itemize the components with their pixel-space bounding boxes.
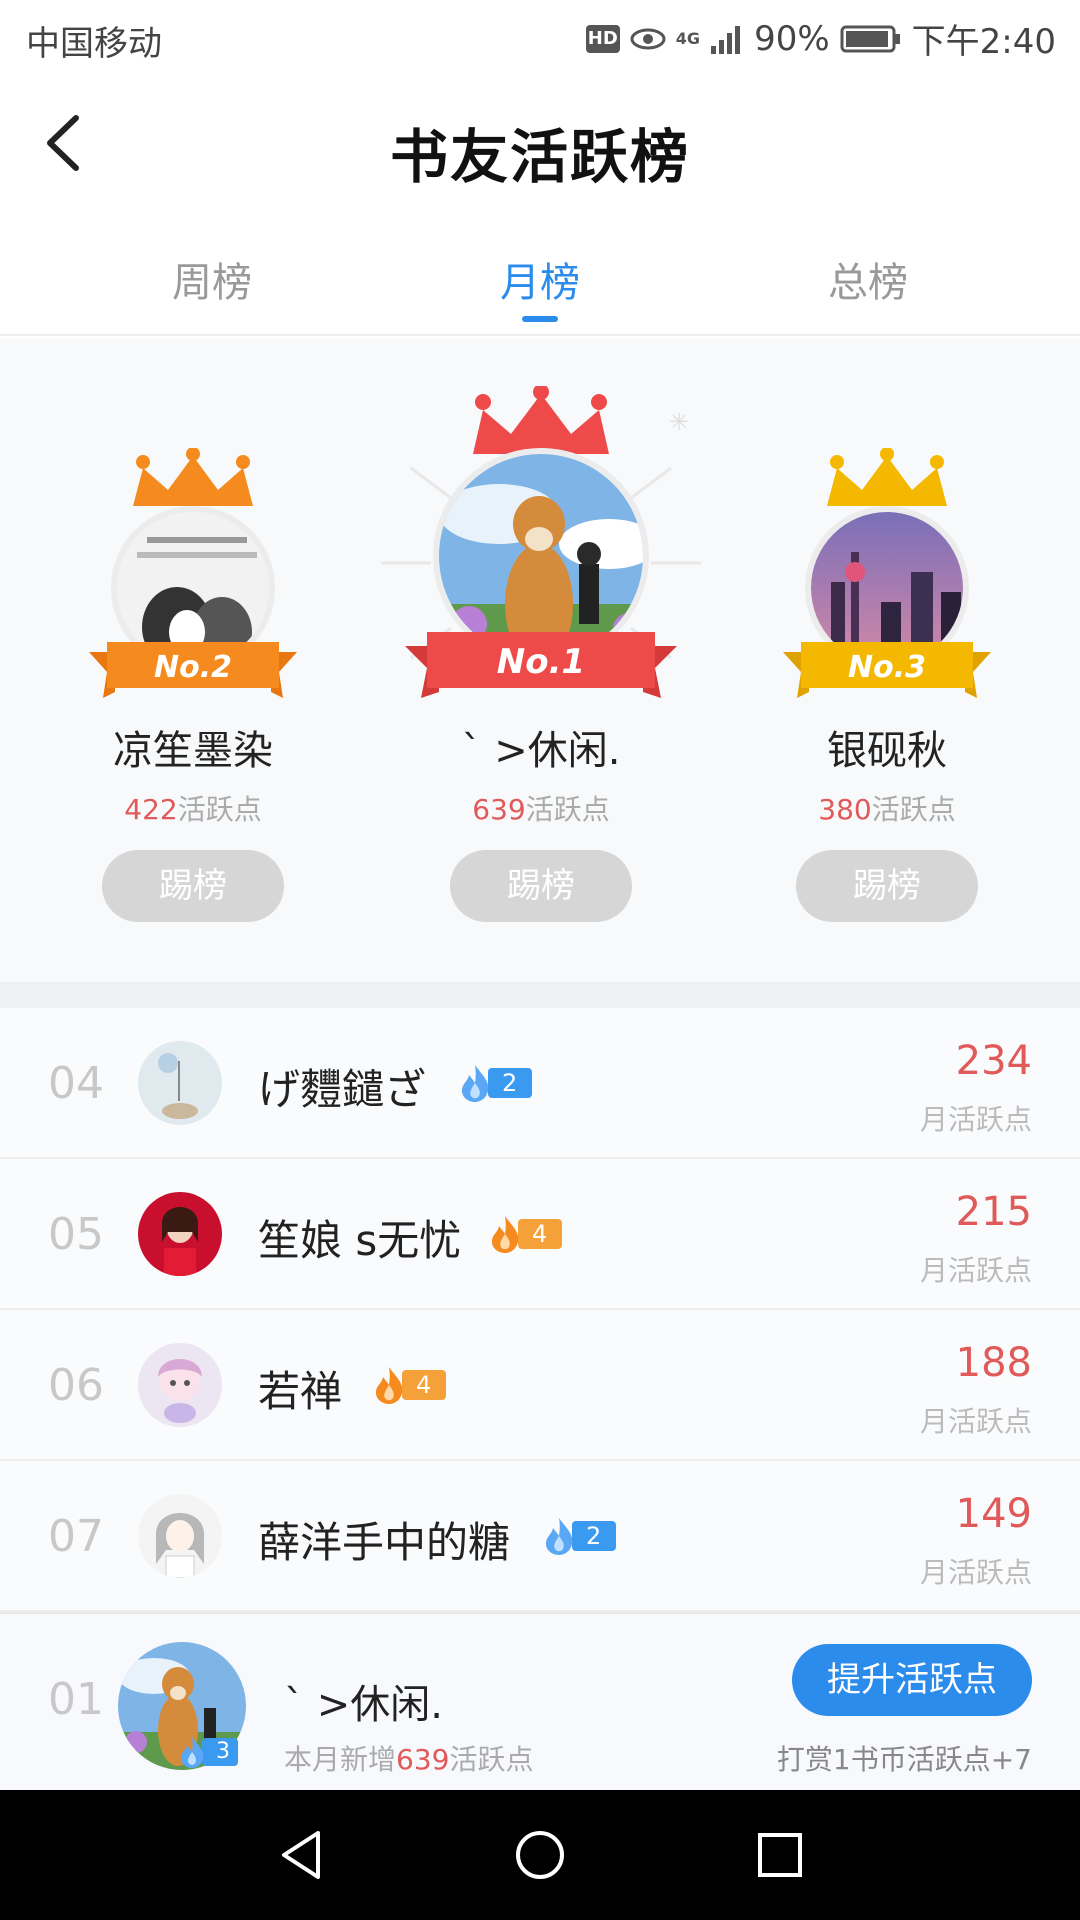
- podium-username: 凉笙墨染: [113, 728, 273, 774]
- signal-icon: [711, 25, 741, 54]
- my-username: ˋ >休闲.: [284, 1682, 443, 1728]
- kick-button[interactable]: 踢榜: [450, 850, 632, 922]
- points-label: 月活跃点: [919, 1405, 1032, 1438]
- list-item[interactable]: 04 げ麷鑓ざ 2 234 月活跃点: [0, 1008, 1080, 1159]
- flame-icon: [375, 1367, 403, 1404]
- app-header: 书友活跃榜: [0, 76, 1080, 216]
- tab-total[interactable]: 总榜: [768, 250, 968, 308]
- flame-icon: [491, 1216, 519, 1253]
- podium-third: No.3 银砚秋 380活跃点 踢榜: [717, 338, 1057, 982]
- my-monthly-points: 本月新增639活跃点: [284, 1743, 534, 1776]
- podium-points: 639活跃点: [472, 793, 610, 826]
- level-badge: 4: [370, 1366, 446, 1404]
- active-tab-indicator: [522, 316, 558, 322]
- crown-icon: [827, 448, 947, 506]
- level-badge: 4: [486, 1215, 562, 1253]
- list-item[interactable]: 06 若禅 4 188 月活跃点: [0, 1310, 1080, 1461]
- kick-button[interactable]: 踢榜: [796, 850, 978, 922]
- podium-points: 380活跃点: [818, 793, 956, 826]
- flame-icon: [461, 1065, 489, 1102]
- points-value: 188: [955, 1340, 1032, 1386]
- level-number: 2: [572, 1521, 616, 1551]
- podium-points: 422活跃点: [124, 793, 262, 826]
- level-badge: 2: [456, 1064, 532, 1102]
- avatar[interactable]: [138, 1343, 222, 1427]
- points-value: 149: [955, 1491, 1032, 1537]
- system-nav-bar: [0, 1790, 1080, 1920]
- carrier-label: 中国移动: [26, 24, 162, 64]
- status-bar: 中国移动 HD 4G 90% 下午2:40: [0, 0, 1080, 76]
- rank-number: 06: [48, 1360, 104, 1411]
- points-label: 月活跃点: [919, 1254, 1032, 1287]
- eye-icon: [630, 28, 666, 49]
- hd-icon: HD: [585, 24, 620, 53]
- points-label: 月活跃点: [919, 1556, 1032, 1589]
- period-tabs: 周榜 月榜 总榜: [0, 216, 1080, 336]
- flame-icon: [545, 1518, 573, 1555]
- my-rank-number: 01: [48, 1674, 104, 1725]
- page-title: 书友活跃榜: [389, 123, 690, 191]
- list-item[interactable]: 07 薛洋手中的糖 2 149 月活跃点: [0, 1461, 1080, 1612]
- podium-first: ✳ No.1 ˋ >休闲. 639活跃点 踢榜: [371, 338, 711, 982]
- flame-icon: [180, 1736, 204, 1768]
- top-three-podium: No.2 凉笙墨染 422活跃点 踢榜 ✳ No.1 ˋ >休闲. 639活跃点…: [0, 338, 1080, 982]
- reward-hint: 打赏1书币活跃点+7: [776, 1743, 1032, 1776]
- my-rank-bar: 01 3 ˋ >休闲. 本月新增639活跃点 提升活跃点 打赏1书币活跃点+7: [0, 1612, 1080, 1790]
- avatar[interactable]: [138, 1041, 222, 1125]
- username: 薛洋手中的糖: [258, 1518, 511, 1567]
- rank-number: 07: [48, 1511, 104, 1562]
- avatar[interactable]: [138, 1192, 222, 1276]
- podium-second: No.2 凉笙墨染 422活跃点 踢榜: [23, 338, 363, 982]
- section-divider: [0, 982, 1080, 1008]
- podium-username: ˋ >休闲.: [461, 728, 621, 774]
- crown-icon: [133, 448, 253, 506]
- points-label: 月活跃点: [919, 1103, 1032, 1136]
- username: 笙娘 s无忧: [258, 1216, 462, 1265]
- boost-activity-button[interactable]: 提升活跃点: [792, 1644, 1032, 1716]
- svg-text:✳: ✳: [669, 408, 689, 436]
- rank-badge-label: No.3: [848, 650, 926, 685]
- level-number: 4: [518, 1219, 562, 1249]
- rank-badge-label: No.2: [154, 650, 232, 685]
- level-number: 2: [488, 1068, 532, 1098]
- level-number: 4: [402, 1370, 446, 1400]
- tab-weekly[interactable]: 周榜: [112, 250, 312, 308]
- username: げ麷鑓ざ: [258, 1065, 427, 1114]
- my-level-badge: 3: [176, 1736, 238, 1768]
- nav-recent-apps-icon[interactable]: [750, 1825, 810, 1885]
- network-type-icon: 4G: [675, 28, 701, 48]
- list-item[interactable]: 05 笙娘 s无忧 4 215 月活跃点: [0, 1159, 1080, 1310]
- kick-button[interactable]: 踢榜: [102, 850, 284, 922]
- rank-number: 05: [48, 1209, 104, 1260]
- status-icons: HD 4G 90% 下午2:40: [585, 14, 1056, 63]
- username: 若禅: [258, 1367, 343, 1416]
- tab-monthly[interactable]: 月榜: [440, 250, 640, 308]
- nav-back-icon[interactable]: [272, 1825, 332, 1885]
- ranking-list: 04 げ麷鑓ざ 2 234 月活跃点 05 笙娘 s无忧 4 215 月活跃点 …: [0, 1008, 1080, 1612]
- rank-badge-label: No.1: [496, 642, 586, 682]
- battery-percent: 90%: [754, 18, 830, 59]
- podium-username: 银砚秋: [827, 728, 947, 774]
- battery-icon: [840, 25, 900, 52]
- level-badge: 2: [540, 1517, 616, 1555]
- avatar[interactable]: [138, 1494, 222, 1578]
- nav-home-icon[interactable]: [510, 1825, 570, 1885]
- rank-number: 04: [48, 1058, 104, 1109]
- points-value: 234: [955, 1038, 1032, 1084]
- clock: 下午2:40: [911, 22, 1056, 62]
- points-value: 215: [955, 1189, 1032, 1235]
